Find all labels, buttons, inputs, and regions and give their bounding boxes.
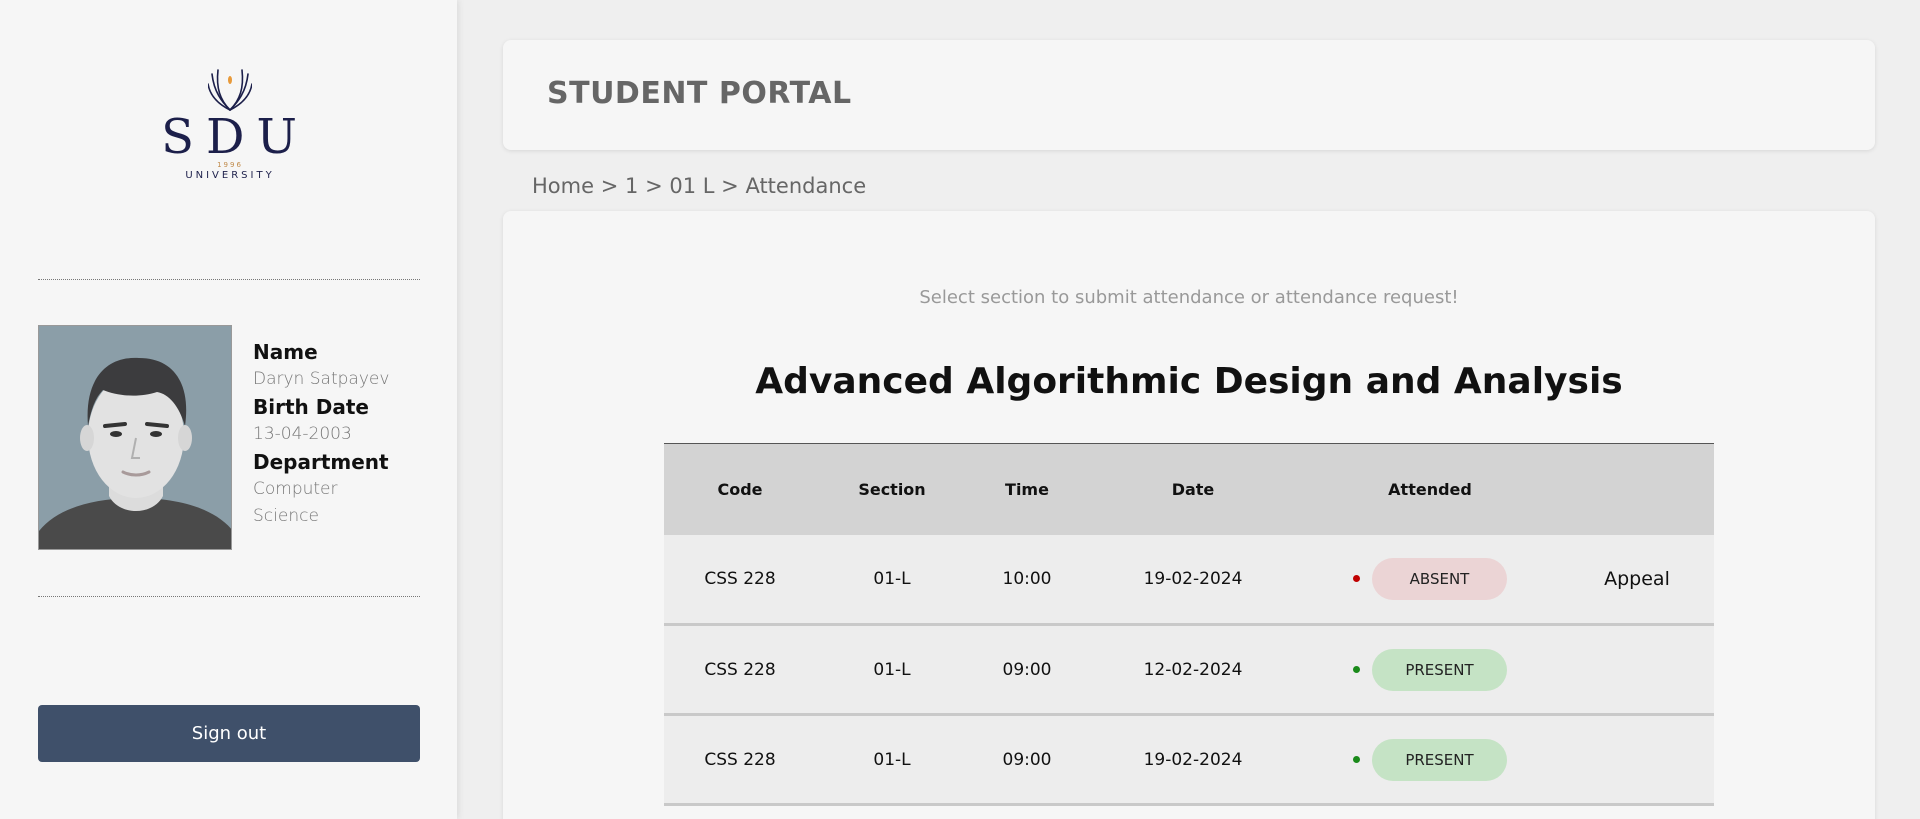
table-row[interactable]: CSS 228 01-L 09:00 19-02-2024 PRESENT <box>664 714 1714 806</box>
status-badge: PRESENT <box>1372 648 1507 691</box>
cell-appeal <box>1560 714 1714 806</box>
breadcrumb: Home > 1 > 01 L > Attendance <box>532 174 866 198</box>
cell-attended: PRESENT <box>1300 624 1560 716</box>
header-date: Date <box>1086 443 1300 535</box>
breadcrumb-separator: > <box>601 174 625 198</box>
cell-code: CSS 228 <box>664 534 816 626</box>
header-appeal <box>1560 443 1714 535</box>
header-time: Time <box>968 443 1086 535</box>
header-section: Section <box>816 443 968 535</box>
header-attended: Attended <box>1300 443 1560 535</box>
cell-date: 19-02-2024 <box>1086 534 1300 626</box>
profile-info: Name Daryn Satpayev Birth Date 13-04-200… <box>253 338 443 530</box>
name-label: Name <box>253 340 318 364</box>
birth-date-label: Birth Date <box>253 395 369 419</box>
sidebar-divider-top <box>38 279 420 280</box>
course-title: Advanced Algorithmic Design and Analysis <box>755 361 1623 402</box>
cell-date: 19-02-2024 <box>1086 714 1300 806</box>
table-row[interactable]: CSS 228 01-L 09:00 12-02-2024 PRESENT <box>664 624 1714 716</box>
department-label: Department <box>253 450 389 474</box>
birth-date-value: 13-04-2003 <box>253 424 352 444</box>
department-value-line2: Science <box>253 506 319 526</box>
breadcrumb-separator: > <box>645 174 669 198</box>
sign-out-button[interactable]: Sign out <box>38 705 420 762</box>
cell-appeal <box>1560 624 1714 716</box>
sidebar: SDU 1996 UNIVERSITY Name Daryn Satpayev … <box>0 0 457 819</box>
appeal-link[interactable]: Appeal <box>1604 568 1670 590</box>
university-logo: SDU 1996 UNIVERSITY <box>150 66 310 196</box>
cell-attended: PRESENT <box>1300 714 1560 806</box>
attendance-table: Code Section Time Date Attended CSS 228 … <box>664 443 1714 806</box>
present-dot-icon <box>1353 756 1360 763</box>
cell-attended: ABSENT <box>1300 534 1560 626</box>
breadcrumb-home[interactable]: Home <box>532 174 594 198</box>
breadcrumb-level1[interactable]: 1 <box>625 174 638 198</box>
cell-code: CSS 228 <box>664 714 816 806</box>
header-code: Code <box>664 443 816 535</box>
breadcrumb-level2[interactable]: 01 L <box>669 174 714 198</box>
status-badge: ABSENT <box>1372 557 1507 600</box>
logo-text: SDU <box>161 109 309 165</box>
cell-time: 09:00 <box>968 624 1086 716</box>
cell-time: 10:00 <box>968 534 1086 626</box>
present-dot-icon <box>1353 666 1360 673</box>
instruction-text: Select section to submit attendance or a… <box>919 287 1459 308</box>
separator-text: > <box>645 174 663 198</box>
breadcrumb-separator: > <box>721 174 745 198</box>
separator-text: > <box>600 174 619 198</box>
name-value: Daryn Satpayev <box>253 369 390 389</box>
separator-text: > <box>721 174 739 198</box>
absent-dot-icon <box>1353 575 1360 583</box>
page-title: STUDENT PORTAL <box>547 76 852 111</box>
cell-section: 01-L <box>816 624 968 716</box>
table-header-row: Code Section Time Date Attended <box>664 443 1714 535</box>
cell-time: 09:00 <box>968 714 1086 806</box>
avatar <box>38 325 232 550</box>
cell-code: CSS 228 <box>664 624 816 716</box>
header-card: STUDENT PORTAL <box>503 40 1875 150</box>
sidebar-divider-bottom <box>38 596 420 597</box>
attendance-card: Select section to submit attendance or a… <box>503 211 1875 819</box>
logo-subtitle: UNIVERSITY <box>185 170 275 181</box>
user-portrait-icon <box>39 326 231 549</box>
cell-section: 01-L <box>816 534 968 626</box>
status-badge: PRESENT <box>1372 738 1507 781</box>
cell-date: 12-02-2024 <box>1086 624 1300 716</box>
breadcrumb-current: Attendance <box>745 174 867 198</box>
cell-section: 01-L <box>816 714 968 806</box>
wings-emblem-icon <box>208 69 252 111</box>
department-value-line1: Computer <box>253 479 338 499</box>
table-row[interactable]: CSS 228 01-L 10:00 19-02-2024 ABSENT App… <box>664 534 1714 626</box>
cell-appeal: Appeal <box>1560 534 1714 626</box>
